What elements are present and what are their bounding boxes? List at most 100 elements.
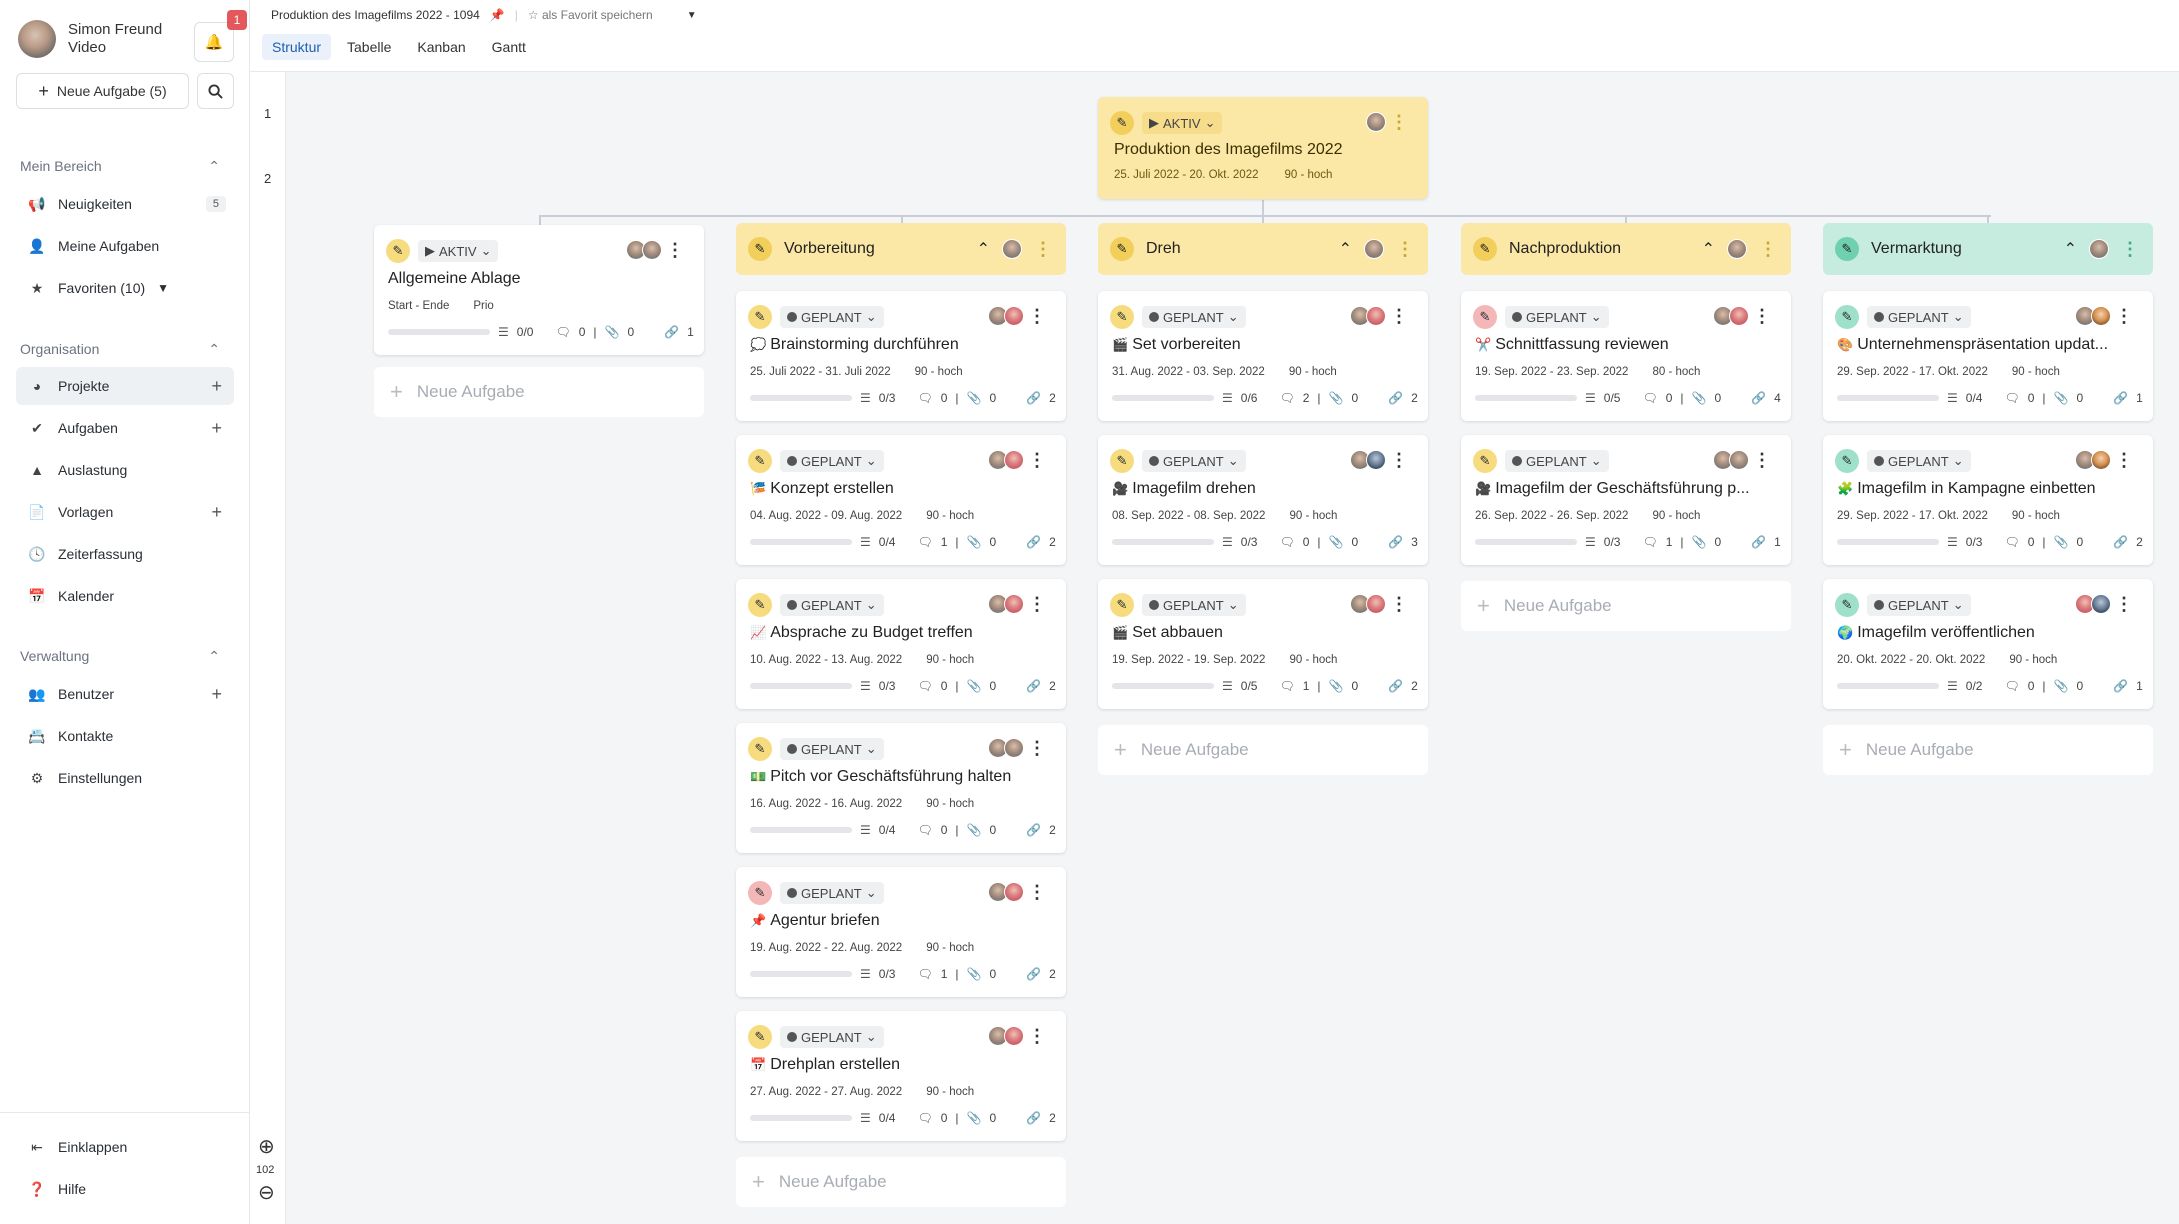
task-card[interactable]: ✎ GEPLANT ⌄ ⋮ ✂️ Schnittfassung reviewen 19. S…: [1461, 291, 1791, 421]
tab-gantt[interactable]: Gantt: [482, 34, 536, 60]
favorite-button[interactable]: ☆ als Favorit speichern: [528, 8, 653, 22]
section-mein-bereich[interactable]: Mein Bereich ⌃: [20, 158, 220, 175]
more-menu-icon[interactable]: ⋮: [1028, 307, 1046, 325]
chevron-up-icon[interactable]: ⌃: [1702, 239, 1715, 259]
task-card[interactable]: ✎ GEPLANT ⌄ ⋮ 🎬 Set vorbereiten 31. Aug. 2022 …: [1098, 291, 1428, 421]
user-box[interactable]: Simon Freund Video: [18, 20, 162, 58]
avatar[interactable]: [1004, 594, 1024, 614]
avatar[interactable]: [1366, 450, 1386, 470]
pencil-icon[interactable]: ✎: [1110, 237, 1134, 261]
status-dropdown[interactable]: GEPLANT ⌄: [780, 1026, 884, 1048]
chevron-up-icon[interactable]: ⌃: [208, 158, 220, 175]
chevron-up-icon[interactable]: ⌃: [977, 239, 990, 259]
pencil-icon[interactable]: ✎: [748, 305, 772, 329]
avatar[interactable]: [1004, 450, 1024, 470]
avatar[interactable]: [1366, 112, 1386, 132]
chevron-up-icon[interactable]: ⌃: [1339, 239, 1352, 259]
section-organisation[interactable]: Organisation ⌃: [20, 341, 220, 358]
sidebar-item-kontakte[interactable]: 📇 Kontakte: [16, 717, 234, 755]
status-dropdown[interactable]: GEPLANT ⌄: [780, 450, 884, 472]
avatar[interactable]: [642, 240, 662, 260]
column-header-vorbereitung[interactable]: ✎ Vorbereitung ⌃ ⋮: [736, 223, 1066, 275]
task-card[interactable]: ✎ GEPLANT ⌄ ⋮ 📅 Drehplan erstellen 27. Aug. 20…: [736, 1011, 1066, 1141]
help-button[interactable]: ❓ Hilfe: [16, 1170, 234, 1208]
pencil-icon[interactable]: ✎: [1110, 305, 1134, 329]
chevron-down-icon[interactable]: ▼: [687, 10, 697, 21]
chevron-up-icon[interactable]: ⌃: [208, 648, 220, 665]
collapse-sidebar-button[interactable]: ⇤ Einklappen: [16, 1128, 234, 1166]
status-dropdown[interactable]: GEPLANT ⌄: [780, 306, 884, 328]
tab-struktur[interactable]: Struktur: [262, 34, 332, 60]
status-dropdown[interactable]: GEPLANT ⌄: [780, 882, 884, 904]
pencil-icon[interactable]: ✎: [748, 237, 772, 261]
pencil-icon[interactable]: ✎: [1835, 449, 1859, 473]
status-dropdown[interactable]: GEPLANT ⌄: [1867, 450, 1971, 472]
status-dropdown[interactable]: GEPLANT ⌄: [1142, 306, 1246, 328]
chevron-down-icon[interactable]: ▼: [157, 281, 169, 295]
pencil-icon[interactable]: ✎: [1835, 305, 1859, 329]
new-task-button[interactable]: + Neue Aufgabe: [1098, 725, 1428, 775]
sidebar-item-meine-aufgaben[interactable]: 👤 Meine Aufgaben: [16, 227, 234, 265]
new-task-button[interactable]: + Neue Aufgabe: [1461, 581, 1791, 631]
more-menu-icon[interactable]: ⋮: [1753, 307, 1771, 325]
status-dropdown[interactable]: ▶ AKTIV ⌄: [418, 240, 499, 262]
column-header-dreh[interactable]: ✎ Dreh ⌃ ⋮: [1098, 223, 1428, 275]
more-menu-icon[interactable]: ⋮: [1390, 113, 1408, 131]
chevron-up-icon[interactable]: ⌃: [2064, 239, 2077, 259]
pencil-icon[interactable]: ✎: [1473, 237, 1497, 261]
task-card[interactable]: ✎ GEPLANT ⌄ ⋮ 🧩 Imagefilm in Kampagne einbett…: [1823, 435, 2153, 565]
more-menu-icon[interactable]: ⋮: [1028, 595, 1046, 613]
status-dropdown[interactable]: GEPLANT ⌄: [1505, 306, 1609, 328]
more-menu-icon[interactable]: ⋮: [1028, 451, 1046, 469]
pencil-icon[interactable]: ✎: [1110, 593, 1134, 617]
more-menu-icon[interactable]: ⋮: [1390, 595, 1408, 613]
sidebar-item-aufgaben[interactable]: ✔ Aufgaben +: [16, 409, 234, 447]
sidebar-item-zeiterfassung[interactable]: 🕓 Zeiterfassung: [16, 535, 234, 573]
task-card[interactable]: ✎ GEPLANT ⌄ ⋮ 💭 Brainstorming durchführen 25. …: [736, 291, 1066, 421]
project-root-card[interactable]: ✎ ▶ AKTIV ⌄ ⋮ Produktion des Imagefilms …: [1098, 97, 1428, 199]
more-menu-icon[interactable]: ⋮: [1759, 240, 1777, 258]
pencil-icon[interactable]: ✎: [1473, 449, 1497, 473]
status-dropdown[interactable]: GEPLANT ⌄: [1867, 306, 1971, 328]
task-card[interactable]: ✎ GEPLANT ⌄ ⋮ 🎏 Konzept erstellen 04. Aug. 202…: [736, 435, 1066, 565]
avatar[interactable]: [1729, 450, 1749, 470]
more-menu-icon[interactable]: ⋮: [1028, 883, 1046, 901]
status-dropdown[interactable]: GEPLANT ⌄: [1867, 594, 1971, 616]
task-card-allgemeine-ablage[interactable]: ✎ ▶ AKTIV ⌄ ⋮ Allgemeine Ablage Start - …: [374, 225, 704, 355]
tab-tabelle[interactable]: Tabelle: [337, 34, 401, 60]
pencil-icon[interactable]: ✎: [1835, 237, 1859, 261]
more-menu-icon[interactable]: ⋮: [2115, 595, 2133, 613]
sidebar-item-vorlagen[interactable]: 📄 Vorlagen +: [16, 493, 234, 531]
add-user-button[interactable]: +: [211, 684, 222, 705]
new-task-button[interactable]: + Neue Aufgabe: [1823, 725, 2153, 775]
chevron-up-icon[interactable]: ⌃: [208, 341, 220, 358]
avatar[interactable]: [1004, 1026, 1024, 1046]
more-menu-icon[interactable]: ⋮: [1034, 240, 1052, 258]
more-menu-icon[interactable]: ⋮: [1753, 451, 1771, 469]
sidebar-item-einstellungen[interactable]: ⚙ Einstellungen: [16, 759, 234, 797]
column-header-vermarktung[interactable]: ✎ Vermarktung ⌃ ⋮: [1823, 223, 2153, 275]
sidebar-item-projekte[interactable]: ◕ Projekte +: [16, 367, 234, 405]
task-card[interactable]: ✎ GEPLANT ⌄ ⋮ 🌍 Imagefilm veröffentlichen 20. …: [1823, 579, 2153, 709]
status-dropdown[interactable]: ▶ AKTIV ⌄: [1142, 112, 1223, 134]
pencil-icon[interactable]: ✎: [1835, 593, 1859, 617]
tab-kanban[interactable]: Kanban: [407, 34, 475, 60]
avatar[interactable]: [1004, 882, 1024, 902]
zoom-out-icon[interactable]: ⊖: [258, 1180, 275, 1205]
more-menu-icon[interactable]: ⋮: [1390, 307, 1408, 325]
more-menu-icon[interactable]: ⋮: [2115, 451, 2133, 469]
avatar[interactable]: [1004, 306, 1024, 326]
avatar[interactable]: [1727, 239, 1747, 259]
new-task-button[interactable]: + Neue Aufgabe: [374, 367, 704, 417]
status-dropdown[interactable]: GEPLANT ⌄: [780, 594, 884, 616]
more-menu-icon[interactable]: ⋮: [2121, 240, 2139, 258]
search-button[interactable]: [197, 73, 234, 109]
avatar[interactable]: [2091, 450, 2111, 470]
pencil-icon[interactable]: ✎: [748, 593, 772, 617]
avatar[interactable]: [1004, 738, 1024, 758]
section-verwaltung[interactable]: Verwaltung ⌃: [20, 648, 220, 665]
new-task-button[interactable]: + Neue Aufgabe (5): [16, 73, 189, 109]
more-menu-icon[interactable]: ⋮: [666, 241, 684, 259]
new-task-button[interactable]: + Neue Aufgabe: [736, 1157, 1066, 1207]
task-card[interactable]: ✎ GEPLANT ⌄ ⋮ 🎨 Unternehmenspräsentation upda…: [1823, 291, 2153, 421]
